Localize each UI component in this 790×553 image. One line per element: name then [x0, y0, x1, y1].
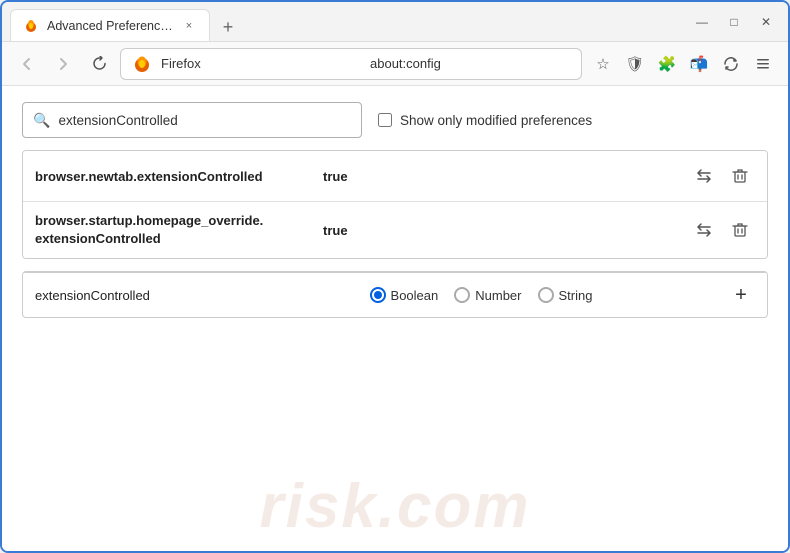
- bookmark-button[interactable]: ☆: [588, 49, 618, 79]
- pref-name-2-line1: browser.startup.homepage_override.: [35, 213, 263, 228]
- browser-window: Advanced Preferences × + — □ ✕: [0, 0, 790, 553]
- search-box[interactable]: 🔍: [22, 102, 362, 138]
- minimize-button[interactable]: —: [688, 8, 716, 36]
- search-input[interactable]: [58, 113, 351, 128]
- watermark-text: risk.com: [259, 473, 530, 541]
- pref-actions-2: [689, 215, 755, 245]
- table-row: browser.newtab.extensionControlled true: [23, 151, 767, 202]
- search-row: 🔍 Show only modified preferences: [22, 102, 768, 138]
- sync-button[interactable]: [716, 49, 746, 79]
- radio-circle-boolean: [370, 287, 386, 303]
- window-controls: — □ ✕: [688, 8, 780, 36]
- shield-button[interactable]: 🛡: [620, 49, 650, 79]
- radio-circle-string: [538, 287, 554, 303]
- bookmark-icon: ☆: [596, 55, 609, 73]
- radio-number-label: Number: [475, 288, 521, 303]
- delete-button-1[interactable]: [725, 161, 755, 191]
- radio-string-label: String: [559, 288, 593, 303]
- pref-name-2-line2: extensionControlled: [35, 231, 161, 246]
- switch-icon: [695, 221, 713, 239]
- main-content: risk.com 🔍 Show only modified preference…: [2, 86, 788, 551]
- show-modified-checkbox[interactable]: [378, 113, 392, 127]
- show-modified-checkbox-label[interactable]: Show only modified preferences: [378, 113, 592, 128]
- radio-number[interactable]: Number: [454, 287, 521, 303]
- tab-title: Advanced Preferences: [47, 19, 173, 33]
- pref-value-2: true: [323, 223, 689, 238]
- back-button[interactable]: [12, 49, 42, 79]
- maximize-button[interactable]: □: [720, 8, 748, 36]
- browser-toolbar: Firefox about:config ☆ 🛡 🧩 📬: [2, 42, 788, 86]
- trash-icon: [732, 168, 748, 184]
- toggle-button-2[interactable]: [689, 215, 719, 245]
- radio-circle-number: [454, 287, 470, 303]
- back-icon: [20, 57, 34, 71]
- switch-icon: [695, 167, 713, 185]
- mail-icon: 📬: [690, 55, 709, 73]
- show-modified-label: Show only modified preferences: [400, 113, 592, 128]
- pref-name-1: browser.newtab.extensionControlled: [35, 169, 315, 184]
- trash-icon: [732, 222, 748, 238]
- add-preference-button[interactable]: +: [727, 281, 755, 309]
- preferences-table: browser.newtab.extensionControlled true: [22, 150, 768, 259]
- address-bar[interactable]: Firefox about:config: [120, 48, 582, 80]
- new-pref-row: extensionControlled Boolean Number: [23, 272, 767, 317]
- address-label: Firefox: [161, 56, 362, 71]
- forward-button[interactable]: [48, 49, 78, 79]
- titlebar: Advanced Preferences × + — □ ✕: [2, 2, 788, 42]
- menu-button[interactable]: [748, 49, 778, 79]
- tab-area: Advanced Preferences × +: [10, 2, 688, 41]
- pref-value-1: true: [323, 169, 689, 184]
- new-preference-row-container: extensionControlled Boolean Number: [22, 271, 768, 318]
- active-tab[interactable]: Advanced Preferences ×: [10, 9, 210, 41]
- toolbar-icons: ☆ 🛡 🧩 📬: [588, 49, 778, 79]
- tab-close-button[interactable]: ×: [181, 18, 197, 34]
- hamburger-icon: [755, 56, 771, 72]
- profile-button[interactable]: 📬: [684, 49, 714, 79]
- new-tab-button[interactable]: +: [214, 13, 242, 41]
- table-row: browser.startup.homepage_override. exten…: [23, 202, 767, 258]
- new-pref-name: extensionControlled: [35, 288, 235, 303]
- radio-boolean[interactable]: Boolean: [370, 287, 439, 303]
- radio-boolean-label: Boolean: [391, 288, 439, 303]
- close-button[interactable]: ✕: [752, 8, 780, 36]
- toggle-button-1[interactable]: [689, 161, 719, 191]
- tab-favicon: [23, 18, 39, 34]
- pref-actions-1: [689, 161, 755, 191]
- reload-icon: [92, 56, 107, 71]
- radio-string[interactable]: String: [538, 287, 593, 303]
- delete-button-2[interactable]: [725, 215, 755, 245]
- radio-group: Boolean Number String: [235, 287, 727, 303]
- puzzle-icon: 🧩: [658, 55, 677, 73]
- sync-icon: [723, 56, 739, 72]
- radio-dot-boolean: [374, 291, 382, 299]
- search-icon: 🔍: [33, 112, 50, 129]
- forward-icon: [56, 57, 70, 71]
- pref-name-2: browser.startup.homepage_override. exten…: [35, 212, 315, 248]
- extension-button[interactable]: 🧩: [652, 49, 682, 79]
- reload-button[interactable]: [84, 49, 114, 79]
- shield-icon: 🛡: [625, 55, 644, 73]
- firefox-logo: [131, 53, 153, 75]
- address-url: about:config: [370, 56, 571, 71]
